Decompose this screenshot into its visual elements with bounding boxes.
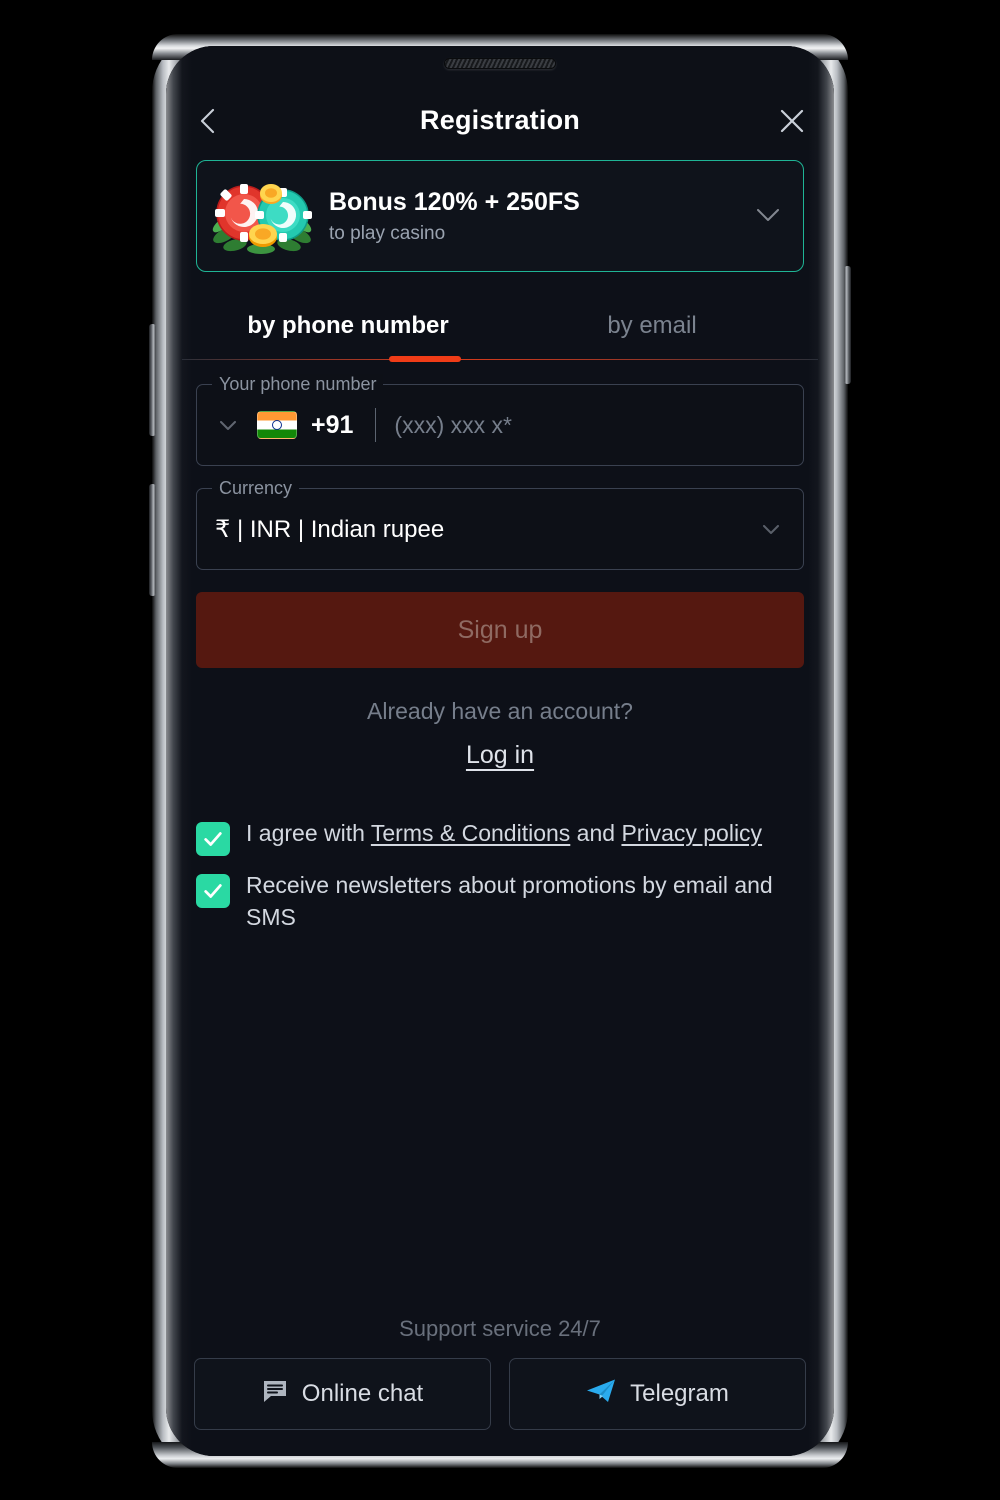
terms-middle: and	[570, 820, 622, 846]
sign-up-button[interactable]: Sign up	[196, 592, 804, 668]
currency-field[interactable]: Currency ₹ | INR | Indian rupee	[196, 478, 804, 570]
device-screen-body: Registration Bonus 120% + 250FS to play …	[166, 46, 834, 1456]
phone-device: Registration Bonus 120% + 250FS to play …	[149, 34, 851, 1468]
registration-form: Your phone number +91 (xxx) xxx x* Curre…	[166, 360, 834, 770]
terms-prefix: I agree with	[246, 820, 371, 846]
country-dial-code: +91	[311, 410, 354, 439]
tabs-rule	[182, 359, 818, 360]
volume-down-button[interactable]	[149, 484, 156, 596]
telegram-label: Telegram	[630, 1380, 729, 1407]
screenshot-stage: Registration Bonus 120% + 250FS to play …	[0, 0, 1000, 1500]
close-icon[interactable]	[776, 105, 808, 137]
terms-and-conditions-link[interactable]: Terms & Conditions	[371, 820, 570, 846]
bonus-card[interactable]: Bonus 120% + 250FS to play casino	[196, 160, 804, 272]
currency-selected-value: ₹ | INR | Indian rupee	[215, 515, 445, 543]
bonus-section: Bonus 120% + 250FS to play casino	[166, 150, 834, 272]
currency-chevron-down-icon[interactable]	[757, 515, 785, 543]
india-flag-icon	[257, 411, 297, 439]
telegram-icon	[586, 1378, 616, 1411]
privacy-policy-link[interactable]: Privacy policy	[621, 820, 762, 846]
agreements-section: I agree with Terms & Conditions and Priv…	[166, 818, 834, 933]
phone-field-legend: Your phone number	[212, 374, 384, 395]
casino-chips-icon	[211, 177, 313, 255]
newsletter-agreement-text: Receive newsletters about promotions by …	[246, 872, 773, 930]
field-divider	[375, 408, 377, 442]
bonus-text: Bonus 120% + 250FS to play casino	[329, 187, 735, 244]
page-title: Registration	[420, 105, 580, 135]
support-service-label: Support service 24/7	[399, 1316, 601, 1341]
phone-number-input[interactable]: (xxx) xxx x*	[394, 412, 512, 439]
bonus-subtitle: to play casino	[329, 222, 446, 244]
online-chat-label: Online chat	[301, 1380, 424, 1407]
support-buttons-row: Online chat Telegram	[166, 1358, 834, 1456]
telegram-button[interactable]: Telegram	[509, 1358, 806, 1430]
tab-active-underline	[389, 356, 461, 362]
terms-checkbox[interactable]	[196, 822, 230, 856]
back-icon[interactable]	[192, 104, 226, 138]
volume-up-button[interactable]	[149, 324, 156, 436]
chat-bubble-icon	[262, 1378, 288, 1411]
tab-by-email[interactable]: by email	[500, 298, 804, 360]
phone-number-field[interactable]: Your phone number +91 (xxx) xxx x*	[196, 374, 804, 466]
agreement-newsletter-row: Receive newsletters about promotions by …	[196, 870, 804, 933]
currency-field-legend: Currency	[212, 478, 300, 499]
power-button[interactable]	[844, 266, 851, 384]
terms-agreement-text: I agree with Terms & Conditions and Priv…	[246, 818, 762, 850]
online-chat-button[interactable]: Online chat	[194, 1358, 491, 1430]
tab-by-phone-number[interactable]: by phone number	[196, 298, 500, 360]
newsletter-checkbox[interactable]	[196, 874, 230, 908]
agreement-terms-row: I agree with Terms & Conditions and Priv…	[196, 818, 804, 856]
registration-method-tabs: by phone number by email	[166, 298, 834, 362]
app-screen: Registration Bonus 120% + 250FS to play …	[166, 46, 834, 1456]
bonus-title: Bonus 120% + 250FS	[329, 188, 580, 217]
earpiece-speaker	[444, 58, 556, 69]
country-dropdown-chevron-down-icon[interactable]	[215, 412, 241, 438]
chevron-down-icon[interactable]	[751, 197, 785, 236]
log-in-link[interactable]: Log in	[466, 741, 534, 770]
already-have-account-label: Already have an account?	[367, 698, 633, 724]
